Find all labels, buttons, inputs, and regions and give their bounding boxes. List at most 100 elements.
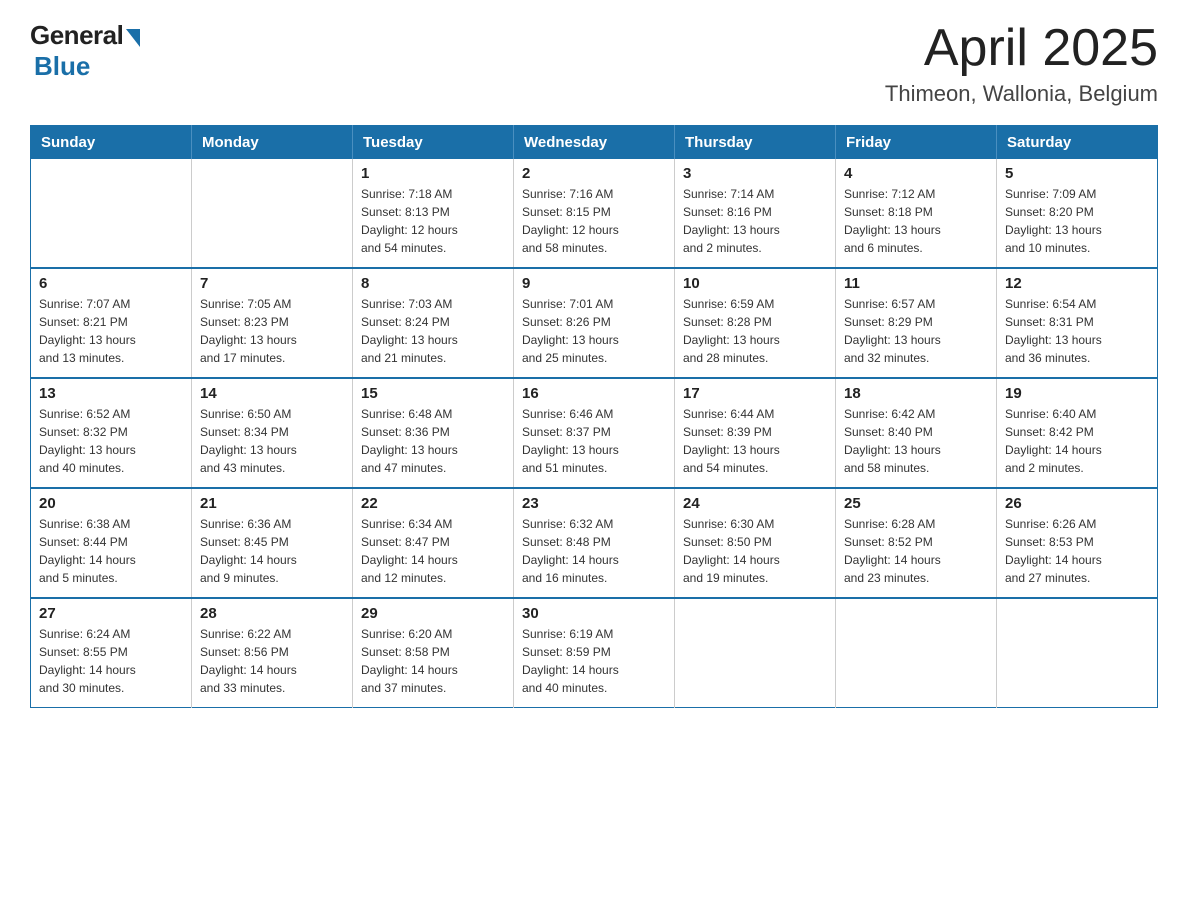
logo-general-text: General <box>30 20 123 51</box>
day-info: Sunrise: 6:46 AM Sunset: 8:37 PM Dayligh… <box>522 405 666 477</box>
day-info: Sunrise: 7:14 AM Sunset: 8:16 PM Dayligh… <box>683 185 827 257</box>
calendar-cell <box>675 598 836 708</box>
day-info: Sunrise: 7:18 AM Sunset: 8:13 PM Dayligh… <box>361 185 505 257</box>
day-number: 16 <box>522 385 666 402</box>
day-info: Sunrise: 6:34 AM Sunset: 8:47 PM Dayligh… <box>361 515 505 587</box>
day-info: Sunrise: 6:26 AM Sunset: 8:53 PM Dayligh… <box>1005 515 1149 587</box>
day-number: 26 <box>1005 495 1149 512</box>
day-number: 20 <box>39 495 183 512</box>
day-number: 14 <box>200 385 344 402</box>
day-number: 3 <box>683 165 827 182</box>
calendar-cell: 5 Sunrise: 7:09 AM Sunset: 8:20 PM Daylig… <box>997 159 1158 268</box>
calendar-cell: 28Sunrise: 6:22 AM Sunset: 8:56 PM Dayli… <box>192 598 353 708</box>
calendar-cell <box>31 159 192 268</box>
day-info: Sunrise: 7:07 AM Sunset: 8:21 PM Dayligh… <box>39 295 183 367</box>
calendar-cell: 8 Sunrise: 7:03 AM Sunset: 8:24 PM Daylig… <box>353 268 514 378</box>
day-info: Sunrise: 6:24 AM Sunset: 8:55 PM Dayligh… <box>39 625 183 697</box>
location-title: Thimeon, Wallonia, Belgium <box>885 81 1158 107</box>
day-number: 10 <box>683 275 827 292</box>
day-info: Sunrise: 6:38 AM Sunset: 8:44 PM Dayligh… <box>39 515 183 587</box>
day-number: 13 <box>39 385 183 402</box>
calendar-cell: 20 Sunrise: 6:38 AM Sunset: 8:44 PM Dayli… <box>31 488 192 598</box>
calendar-cell: 30 Sunrise: 6:19 AM Sunset: 8:59 PM Dayli… <box>514 598 675 708</box>
day-number: 21 <box>200 495 344 512</box>
day-info: Sunrise: 7:16 AM Sunset: 8:15 PM Dayligh… <box>522 185 666 257</box>
day-info: Sunrise: 6:44 AM Sunset: 8:39 PM Dayligh… <box>683 405 827 477</box>
calendar-cell: 2 Sunrise: 7:16 AM Sunset: 8:15 PM Daylig… <box>514 159 675 268</box>
day-number: 7 <box>200 275 344 292</box>
calendar-cell: 10 Sunrise: 6:59 AM Sunset: 8:28 PM Dayli… <box>675 268 836 378</box>
calendar-cell: 22 Sunrise: 6:34 AM Sunset: 8:47 PM Dayli… <box>353 488 514 598</box>
calendar-cell: 18 Sunrise: 6:42 AM Sunset: 8:40 PM Dayli… <box>836 378 997 488</box>
calendar-header-wednesday: Wednesday <box>514 126 675 160</box>
calendar-cell: 29 Sunrise: 6:20 AM Sunset: 8:58 PM Dayli… <box>353 598 514 708</box>
day-number: 29 <box>361 605 505 622</box>
day-info: Sunrise: 6:40 AM Sunset: 8:42 PM Dayligh… <box>1005 405 1149 477</box>
day-info: Sunrise: 6:20 AM Sunset: 8:58 PM Dayligh… <box>361 625 505 697</box>
day-info: Sunrise: 6:19 AM Sunset: 8:59 PM Dayligh… <box>522 625 666 697</box>
calendar-cell: 13 Sunrise: 6:52 AM Sunset: 8:32 PM Dayli… <box>31 378 192 488</box>
title-block: April 2025 Thimeon, Wallonia, Belgium <box>885 20 1158 107</box>
day-info: Sunrise: 6:28 AM Sunset: 8:52 PM Dayligh… <box>844 515 988 587</box>
calendar-week-row: 27Sunrise: 6:24 AM Sunset: 8:55 PM Dayli… <box>31 598 1158 708</box>
day-number: 30 <box>522 605 666 622</box>
calendar-cell: 25 Sunrise: 6:28 AM Sunset: 8:52 PM Dayli… <box>836 488 997 598</box>
day-info: Sunrise: 7:05 AM Sunset: 8:23 PM Dayligh… <box>200 295 344 367</box>
calendar-cell: 19Sunrise: 6:40 AM Sunset: 8:42 PM Dayli… <box>997 378 1158 488</box>
month-title: April 2025 <box>885 20 1158 77</box>
calendar-table: SundayMondayTuesdayWednesdayThursdayFrid… <box>30 125 1158 708</box>
day-number: 23 <box>522 495 666 512</box>
calendar-cell: 9Sunrise: 7:01 AM Sunset: 8:26 PM Daylig… <box>514 268 675 378</box>
day-number: 2 <box>522 165 666 182</box>
day-number: 5 <box>1005 165 1149 182</box>
day-number: 1 <box>361 165 505 182</box>
day-info: Sunrise: 6:50 AM Sunset: 8:34 PM Dayligh… <box>200 405 344 477</box>
calendar-cell: 16 Sunrise: 6:46 AM Sunset: 8:37 PM Dayli… <box>514 378 675 488</box>
day-number: 18 <box>844 385 988 402</box>
day-info: Sunrise: 6:32 AM Sunset: 8:48 PM Dayligh… <box>522 515 666 587</box>
calendar-cell: 4Sunrise: 7:12 AM Sunset: 8:18 PM Daylig… <box>836 159 997 268</box>
day-number: 24 <box>683 495 827 512</box>
day-number: 22 <box>361 495 505 512</box>
calendar-cell: 11Sunrise: 6:57 AM Sunset: 8:29 PM Dayli… <box>836 268 997 378</box>
day-number: 28 <box>200 605 344 622</box>
calendar-cell: 24 Sunrise: 6:30 AM Sunset: 8:50 PM Dayli… <box>675 488 836 598</box>
day-info: Sunrise: 7:09 AM Sunset: 8:20 PM Dayligh… <box>1005 185 1149 257</box>
day-info: Sunrise: 6:30 AM Sunset: 8:50 PM Dayligh… <box>683 515 827 587</box>
calendar-week-row: 6Sunrise: 7:07 AM Sunset: 8:21 PM Daylig… <box>31 268 1158 378</box>
calendar-cell: 14 Sunrise: 6:50 AM Sunset: 8:34 PM Dayli… <box>192 378 353 488</box>
calendar-header-friday: Friday <box>836 126 997 160</box>
calendar-cell: 12Sunrise: 6:54 AM Sunset: 8:31 PM Dayli… <box>997 268 1158 378</box>
day-info: Sunrise: 7:12 AM Sunset: 8:18 PM Dayligh… <box>844 185 988 257</box>
calendar-cell <box>997 598 1158 708</box>
logo-blue-text: Blue <box>34 51 90 82</box>
day-number: 8 <box>361 275 505 292</box>
day-info: Sunrise: 6:48 AM Sunset: 8:36 PM Dayligh… <box>361 405 505 477</box>
calendar-cell: 6Sunrise: 7:07 AM Sunset: 8:21 PM Daylig… <box>31 268 192 378</box>
day-number: 12 <box>1005 275 1149 292</box>
calendar-cell <box>192 159 353 268</box>
day-number: 25 <box>844 495 988 512</box>
day-info: Sunrise: 6:52 AM Sunset: 8:32 PM Dayligh… <box>39 405 183 477</box>
calendar-cell: 1 Sunrise: 7:18 AM Sunset: 8:13 PM Daylig… <box>353 159 514 268</box>
calendar-cell: 23 Sunrise: 6:32 AM Sunset: 8:48 PM Dayli… <box>514 488 675 598</box>
page-header: General Blue April 2025 Thimeon, Walloni… <box>30 20 1158 107</box>
calendar-week-row: 20 Sunrise: 6:38 AM Sunset: 8:44 PM Dayli… <box>31 488 1158 598</box>
day-info: Sunrise: 7:03 AM Sunset: 8:24 PM Dayligh… <box>361 295 505 367</box>
logo: General Blue <box>30 20 140 82</box>
day-number: 15 <box>361 385 505 402</box>
calendar-header-saturday: Saturday <box>997 126 1158 160</box>
calendar-header-tuesday: Tuesday <box>353 126 514 160</box>
calendar-header-thursday: Thursday <box>675 126 836 160</box>
day-info: Sunrise: 6:59 AM Sunset: 8:28 PM Dayligh… <box>683 295 827 367</box>
calendar-cell: 7 Sunrise: 7:05 AM Sunset: 8:23 PM Daylig… <box>192 268 353 378</box>
calendar-cell: 21Sunrise: 6:36 AM Sunset: 8:45 PM Dayli… <box>192 488 353 598</box>
calendar-cell: 26 Sunrise: 6:26 AM Sunset: 8:53 PM Dayli… <box>997 488 1158 598</box>
calendar-cell: 17Sunrise: 6:44 AM Sunset: 8:39 PM Dayli… <box>675 378 836 488</box>
calendar-week-row: 1 Sunrise: 7:18 AM Sunset: 8:13 PM Daylig… <box>31 159 1158 268</box>
calendar-cell: 15 Sunrise: 6:48 AM Sunset: 8:36 PM Dayli… <box>353 378 514 488</box>
day-info: Sunrise: 6:42 AM Sunset: 8:40 PM Dayligh… <box>844 405 988 477</box>
calendar-cell: 27Sunrise: 6:24 AM Sunset: 8:55 PM Dayli… <box>31 598 192 708</box>
calendar-header-row: SundayMondayTuesdayWednesdayThursdayFrid… <box>31 126 1158 160</box>
day-info: Sunrise: 6:57 AM Sunset: 8:29 PM Dayligh… <box>844 295 988 367</box>
